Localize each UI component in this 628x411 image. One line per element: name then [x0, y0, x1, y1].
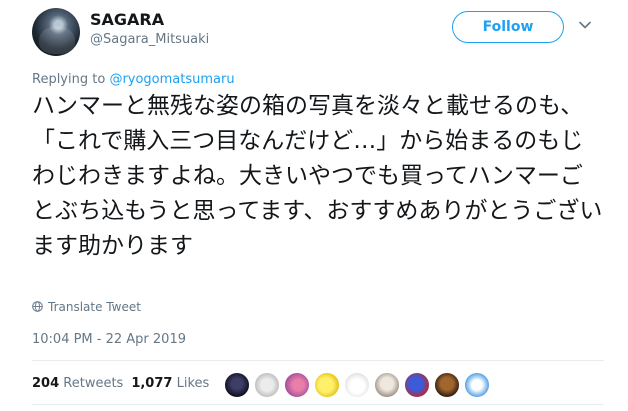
reply-context: Replying to @ryogomatsumaru: [32, 71, 235, 89]
liker-avatar[interactable]: [254, 372, 280, 398]
reply-target-link[interactable]: @ryogomatsumaru: [109, 72, 234, 87]
likes-stat[interactable]: 1,077 Likes: [131, 376, 209, 391]
tweet-text: ハンマーと無残な姿の箱の写真を淡々と載せるのも、「これで購入三つ目なんだけど…」…: [32, 93, 603, 259]
translate-label[interactable]: Translate Tweet: [48, 300, 141, 314]
liker-avatar[interactable]: [284, 372, 310, 398]
divider-bottom: [32, 404, 604, 405]
liker-avatar[interactable]: [434, 372, 460, 398]
user-display-name[interactable]: SAGARA: [90, 10, 164, 30]
liker-avatar[interactable]: [464, 372, 490, 398]
user-handle[interactable]: @Sagara_Mitsuaki: [90, 31, 209, 49]
user-avatar[interactable]: [32, 8, 80, 56]
tweet-timestamp[interactable]: 10:04 PM - 22 Apr 2019: [32, 331, 186, 349]
likes-count: 1,077: [131, 376, 173, 391]
retweets-label: Retweets: [63, 376, 124, 391]
chevron-down-icon[interactable]: [578, 17, 592, 31]
liker-avatar[interactable]: [404, 372, 430, 398]
liker-avatar[interactable]: [344, 372, 370, 398]
reply-prefix: Replying to: [32, 72, 110, 87]
translate-tweet-link[interactable]: Translate Tweet: [32, 299, 141, 315]
globe-icon: [32, 300, 43, 312]
likes-label: Likes: [176, 376, 210, 391]
liker-avatar[interactable]: [224, 372, 250, 398]
retweets-count: 204: [32, 376, 60, 391]
liker-avatar[interactable]: [314, 372, 340, 398]
engagement-stats: 204 Retweets 1,077 Likes: [32, 375, 209, 393]
retweets-stat[interactable]: 204 Retweets: [32, 376, 123, 391]
divider-top: [32, 360, 604, 361]
liker-avatar[interactable]: [374, 372, 400, 398]
follow-button[interactable]: Follow: [452, 11, 564, 43]
